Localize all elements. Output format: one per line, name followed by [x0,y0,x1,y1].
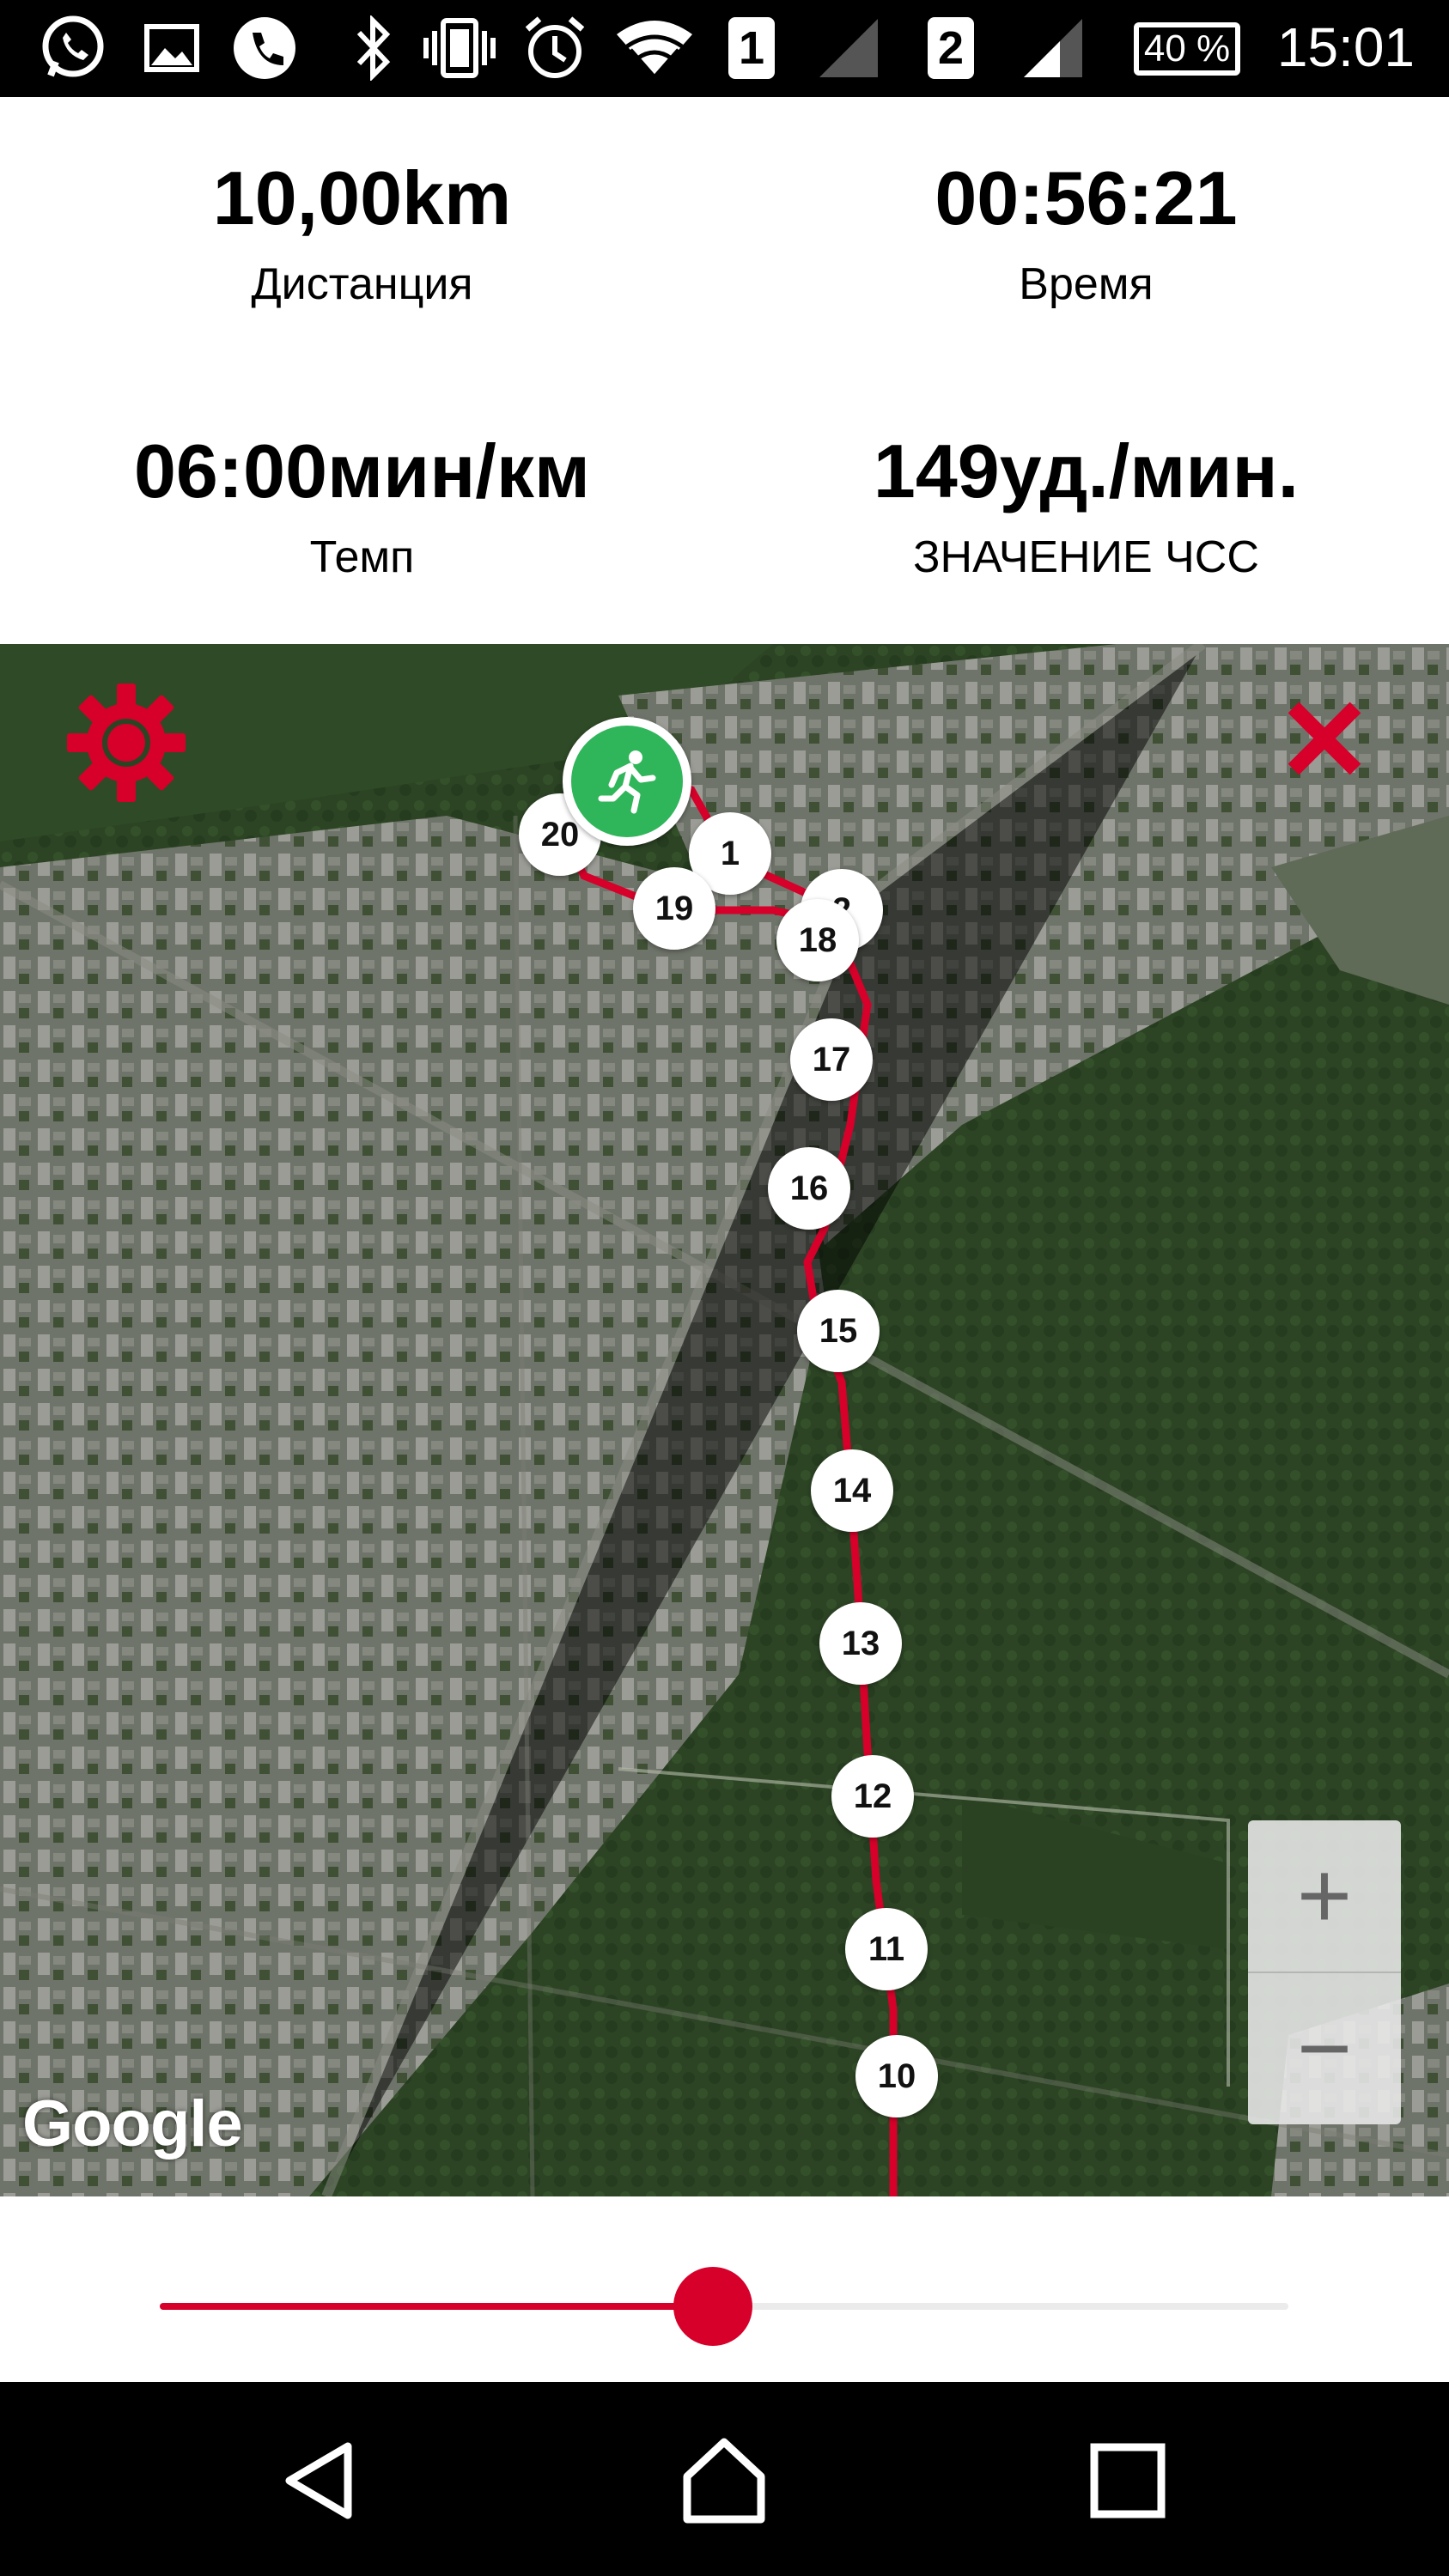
km-marker[interactable]: 11 [845,1908,928,1990]
settings-button[interactable] [62,678,191,807]
clock: 15:01 [1276,16,1415,78]
zoom-controls: + − [1248,1820,1401,2124]
progress-slider-area [0,2196,1449,2382]
status-bar: 1 2 40 % 15:01 [0,0,1449,97]
start-marker[interactable] [563,717,691,846]
alarm-icon [521,12,589,84]
km-marker[interactable]: 15 [797,1290,880,1372]
google-logo: Google [22,2087,243,2160]
km-marker[interactable]: 18 [776,899,859,981]
km-marker[interactable]: 14 [811,1449,893,1532]
vibrate-icon [421,12,498,84]
pace-value: 06:00мин/км [133,428,590,513]
progress-slider-thumb[interactable] [673,2267,752,2346]
stat-distance: 10,00km Дистанция [0,161,724,307]
sim2-badge: 2 [928,17,974,79]
progress-slider-fill [160,2303,713,2310]
heart-rate-label: ЗНАЧЕНИЕ ЧСС [913,532,1259,582]
wifi-icon [612,12,697,84]
phone-icon [230,12,299,84]
stat-heart-rate: 149уд./мин. ЗНАЧЕНИЕ ЧСС [724,434,1448,580]
signal-icon [1019,12,1087,84]
sim1-badge: 1 [728,17,775,79]
recents-icon [1090,2443,1166,2518]
home-icon [683,2438,765,2524]
km-marker[interactable]: 10 [855,2035,938,2117]
zoom-out-button[interactable]: − [1248,1973,1401,2124]
home-button[interactable] [660,2416,788,2545]
km-marker[interactable]: 13 [819,1602,902,1685]
km-marker[interactable]: 19 [633,867,715,950]
whatsapp-icon [34,12,112,84]
km-marker[interactable]: 17 [790,1018,873,1101]
back-button[interactable] [258,2416,387,2545]
route-map[interactable]: 20 1 19 2 18 17 16 15 14 13 12 11 10 [0,644,1449,2196]
recents-button[interactable] [1063,2416,1192,2545]
km-marker[interactable]: 16 [768,1147,850,1230]
pace-label: Темп [309,532,415,582]
signal-icon [814,12,883,84]
bluetooth-icon [344,12,404,84]
runner-icon [598,750,656,814]
navigation-bar [0,2382,1449,2576]
km-marker[interactable]: 12 [831,1755,914,1838]
workout-stats: 10,00km Дистанция 00:56:21 Время 06:00ми… [0,97,1449,644]
battery-level: 40 % [1143,27,1231,70]
back-icon [285,2442,352,2519]
stat-time: 00:56:21 Время [724,161,1448,307]
zoom-out-label: − [1296,1996,1353,2101]
zoom-in-button[interactable]: + [1248,1820,1401,1971]
zoom-in-label: + [1296,1843,1353,1948]
close-icon [1288,702,1361,775]
close-button[interactable] [1282,696,1367,781]
image-icon [137,12,206,84]
battery-indicator: 40 % [1134,22,1240,76]
heart-rate-value: 149уд./мин. [873,428,1300,513]
distance-label: Дистанция [251,259,473,309]
gear-icon [67,683,186,802]
time-label: Время [1019,259,1154,309]
time-value: 00:56:21 [935,155,1238,240]
distance-value: 10,00km [212,155,512,240]
stat-pace: 06:00мин/км Темп [0,434,724,580]
